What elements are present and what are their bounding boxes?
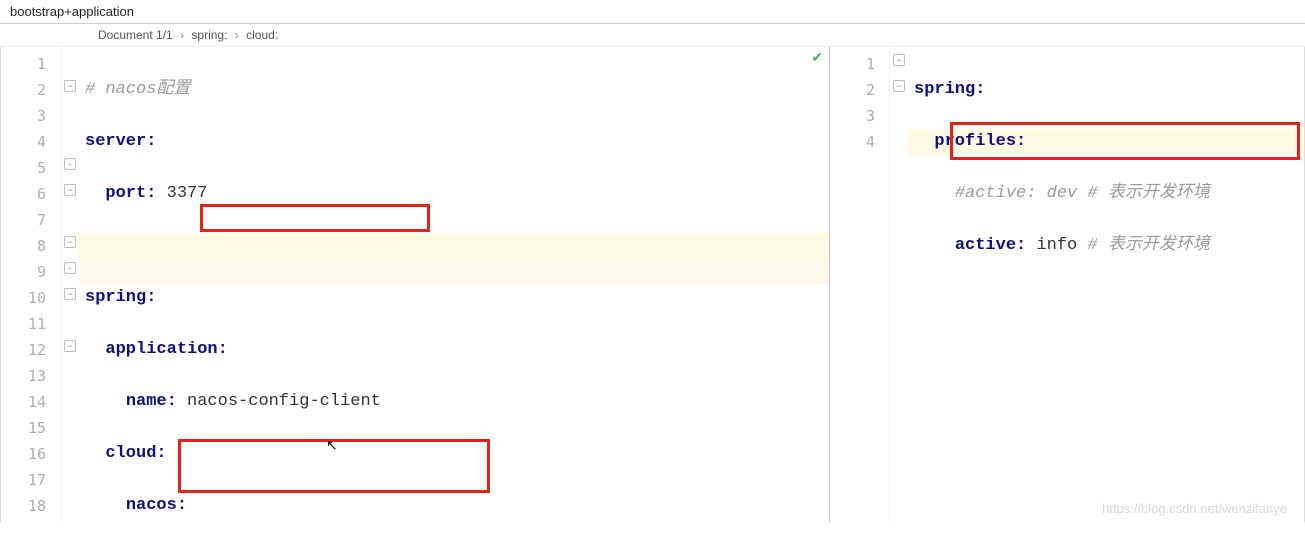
breadcrumb-item[interactable]: spring:	[191, 28, 227, 42]
line-number: 10	[1, 285, 46, 311]
line-gutter: 1 2 3 4	[830, 47, 890, 522]
line-number: 7	[1, 207, 46, 233]
line-number: 14	[1, 389, 46, 415]
fold-toggle-icon[interactable]: −	[893, 54, 905, 66]
check-icon: ✔	[811, 49, 823, 66]
line-number: 1	[1, 51, 46, 77]
line-number: 4	[1, 129, 46, 155]
line-number: 13	[1, 363, 46, 389]
fold-toggle-icon[interactable]: −	[64, 158, 76, 170]
line-number: 18	[1, 493, 46, 519]
fold-toggle-icon[interactable]: −	[64, 236, 76, 248]
editor-split: ✔ ↖ 1 2 3 4 5 6 7 8 9 10 11 12 13 14 15 …	[0, 47, 1305, 522]
line-number: 8	[1, 233, 46, 259]
fold-column: − −	[890, 47, 908, 522]
line-number: 2	[1, 77, 46, 103]
line-number: 1	[830, 51, 875, 77]
fold-toggle-icon[interactable]: −	[64, 262, 76, 274]
line-number: 4	[830, 129, 875, 155]
code-area-left[interactable]: # nacos配置 server: port: 3377 spring: app…	[79, 47, 829, 522]
fold-toggle-icon[interactable]: −	[64, 288, 76, 300]
window-title: bootstrap+application	[0, 0, 1305, 24]
chevron-right-icon: ›	[180, 28, 184, 42]
fold-toggle-icon[interactable]: −	[64, 340, 76, 352]
line-number: 9	[1, 259, 46, 285]
line-number: 3	[1, 103, 46, 129]
editor-right-pane: 1 2 3 4 − − spring: profiles: #active: d…	[830, 47, 1305, 522]
line-number: 3	[830, 103, 875, 129]
line-number: 2	[830, 77, 875, 103]
watermark: https://blog.csdn.net/wenzifanye	[1102, 501, 1287, 516]
fold-toggle-icon[interactable]: −	[64, 184, 76, 196]
line-number: 11	[1, 311, 46, 337]
line-number: 17	[1, 467, 46, 493]
line-number: 12	[1, 337, 46, 363]
chevron-right-icon: ›	[235, 28, 239, 42]
cursor-icon: ↖	[326, 437, 338, 454]
breadcrumb-item[interactable]: cloud:	[246, 28, 278, 42]
fold-column: − − − − − − −	[61, 47, 79, 522]
line-number: 15	[1, 415, 46, 441]
fold-toggle-icon[interactable]: −	[64, 80, 76, 92]
breadcrumb-item[interactable]: Document 1/1	[98, 28, 173, 42]
line-gutter: 1 2 3 4 5 6 7 8 9 10 11 12 13 14 15 16 1…	[1, 47, 61, 522]
editor-left-pane: ✔ ↖ 1 2 3 4 5 6 7 8 9 10 11 12 13 14 15 …	[0, 47, 830, 522]
fold-toggle-icon[interactable]: −	[893, 80, 905, 92]
line-number: 16	[1, 441, 46, 467]
breadcrumb[interactable]: Document 1/1 › spring: › cloud:	[0, 24, 1305, 47]
line-number: 5	[1, 155, 46, 181]
line-number: 6	[1, 181, 46, 207]
code-area-right[interactable]: spring: profiles: #active: dev # 表示开发环境 …	[908, 47, 1304, 522]
